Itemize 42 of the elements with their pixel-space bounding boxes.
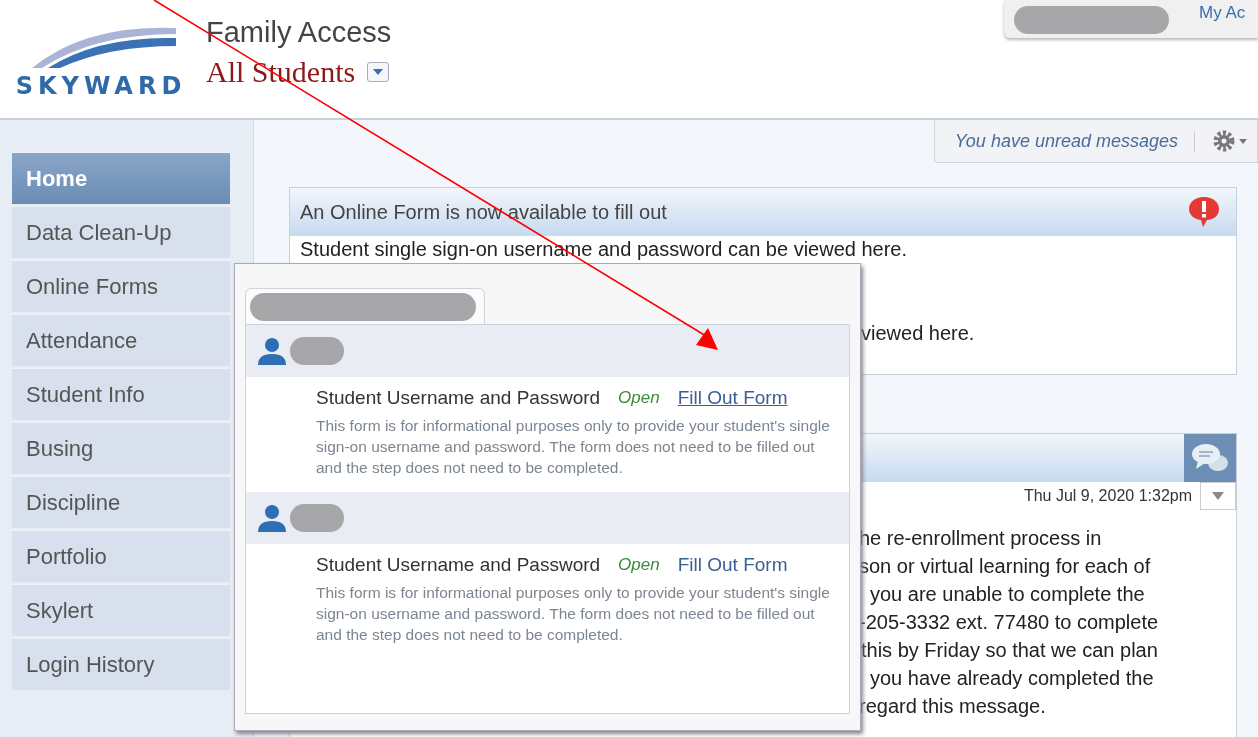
app-title: Family Access (206, 16, 392, 49)
message-date: Thu Jul 9, 2020 1:32pm (1023, 487, 1193, 505)
panel-text: viewed here. (861, 321, 975, 346)
account-link[interactable]: My Ac (1199, 3, 1246, 23)
message-text: regard this message. (859, 694, 1046, 719)
redacted-block (290, 504, 344, 532)
form-name: Student Username and Password (316, 554, 601, 576)
nav-item[interactable]: Home (12, 152, 230, 204)
message-menu-button[interactable] (1200, 482, 1236, 510)
nav-item[interactable]: Portfolio (12, 530, 230, 582)
student-dropdown-button[interactable] (367, 62, 390, 82)
logo-text: SKYWARD (15, 72, 187, 100)
fill-out-form-link[interactable]: Fill Out Form (677, 554, 788, 576)
alert-icon (1186, 195, 1222, 229)
person-icon (256, 337, 288, 365)
redacted-block (290, 337, 344, 365)
form-name: Student Username and Password (316, 387, 601, 409)
nav-item[interactable]: Attendance (12, 314, 230, 366)
settings-icon (1211, 128, 1249, 154)
fill-out-form-link[interactable]: Fill Out Form (677, 387, 788, 409)
message-text: you are unable to complete the (870, 582, 1145, 607)
nav-item[interactable]: Busing (12, 422, 230, 474)
nav-item[interactable]: Online Forms (12, 260, 230, 312)
message-text: you have already completed the (870, 666, 1154, 691)
form-description: This form is for informational purposes only to provide your student's single sign-on username and password. The form does not need to be filled out and the step does not need to be completed. (316, 583, 831, 645)
message-text: son or virtual learning for each of (859, 554, 1151, 579)
nav-item[interactable]: Skylert (12, 584, 230, 636)
panel-title: An Online Form is now available to fill out (300, 200, 667, 224)
unread-messages-link[interactable]: You have unread messages (934, 130, 1195, 152)
caret-icon (1212, 492, 1224, 500)
nav-item[interactable]: Discipline (12, 476, 230, 528)
nav-item[interactable]: Login History (12, 638, 230, 690)
form-status: Open (618, 388, 660, 408)
message-text: -205-3332 ext. 77480 to complete (859, 610, 1159, 635)
nav-item[interactable]: Data Clean-Up (12, 206, 230, 258)
form-description: This form is for informational purposes only to provide your student's single sign-on username and password. The form does not need to be filled out and the step does not need to be completed. (316, 416, 831, 478)
form-status: Open (618, 555, 660, 575)
message-text: this by Friday so that we can plan (861, 638, 1158, 663)
nav-item[interactable]: Student Info (12, 368, 230, 420)
caret-icon (373, 69, 384, 75)
person-icon (256, 504, 288, 532)
student-tab[interactable] (245, 288, 485, 324)
